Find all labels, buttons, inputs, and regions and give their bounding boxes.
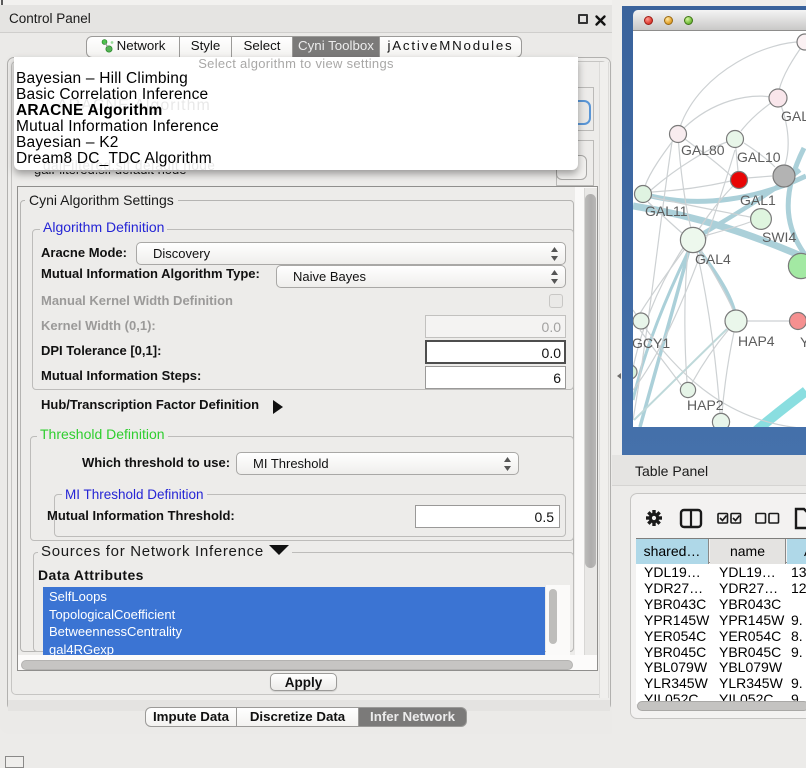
svg-text:GAL2: GAL2	[781, 108, 806, 124]
svg-text:GAL4: GAL4	[695, 251, 731, 267]
svg-text:Y: Y	[800, 334, 806, 350]
svg-text:GCY1: GCY1	[633, 335, 670, 351]
svg-text:SWI4: SWI4	[762, 229, 796, 245]
svg-text:GAL10: GAL10	[737, 149, 781, 165]
svg-text:GAL80: GAL80	[681, 142, 725, 158]
svg-text:GAL1: GAL1	[740, 192, 776, 208]
svg-text:HAP4: HAP4	[738, 333, 775, 349]
svg-text:GAL11: GAL11	[645, 203, 688, 219]
svg-text:HAP2: HAP2	[687, 397, 724, 413]
